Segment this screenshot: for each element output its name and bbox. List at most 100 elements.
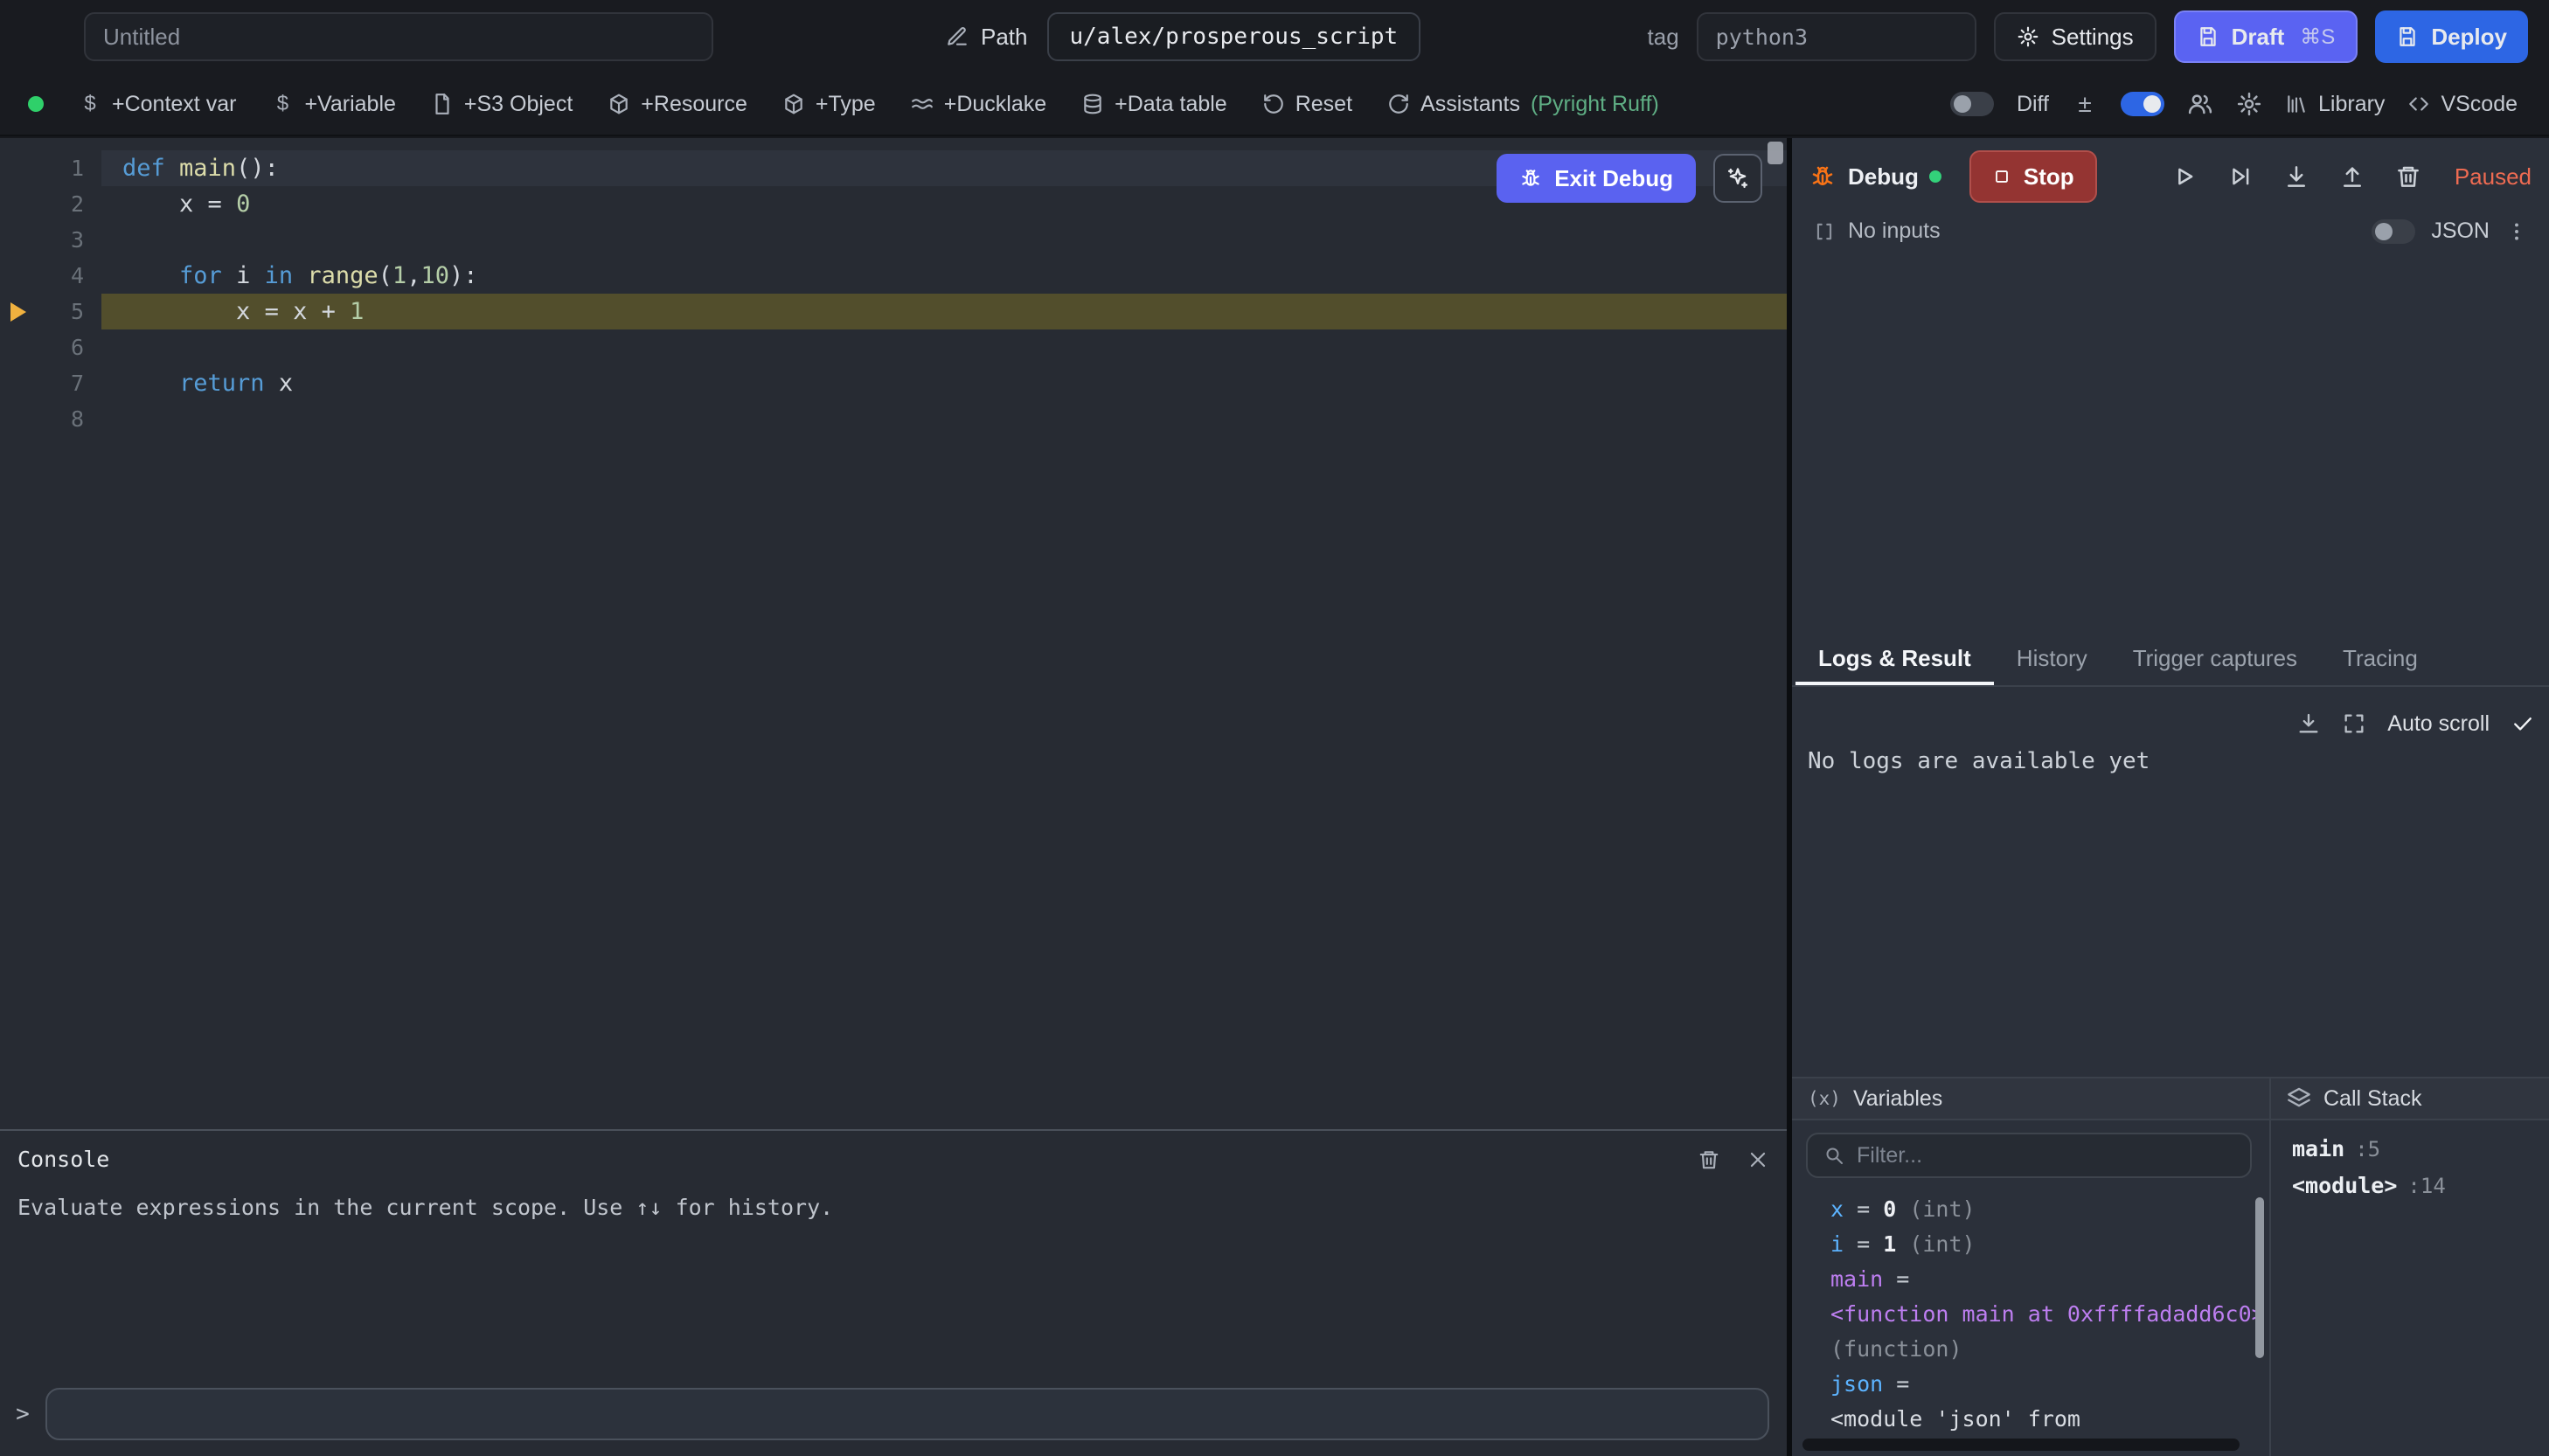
toolbar-item-type[interactable]: +Type bbox=[765, 92, 893, 117]
toolbar-item-ducklake[interactable]: +Ducklake bbox=[893, 92, 1064, 117]
deploy-button[interactable]: Deploy bbox=[2375, 10, 2528, 63]
toolbar-item-context-var[interactable]: $+Context var bbox=[61, 92, 254, 117]
library-label: Library bbox=[2318, 92, 2385, 117]
code-line[interactable]: 4 for i in range(1,10): bbox=[0, 258, 1787, 294]
callstack-title: Call Stack bbox=[2323, 1086, 2422, 1112]
users-icon[interactable] bbox=[2187, 91, 2213, 117]
toolbar-item-label: Assistants bbox=[1420, 92, 1520, 117]
code-line[interactable]: 5 x = x + 1 bbox=[0, 294, 1787, 329]
trash-icon[interactable] bbox=[1698, 1148, 1720, 1171]
line-number[interactable]: 1 bbox=[0, 156, 84, 181]
download-logs-icon[interactable] bbox=[2296, 711, 2321, 736]
step-over-icon[interactable] bbox=[2227, 163, 2254, 190]
status-dot-icon bbox=[28, 96, 44, 112]
variable-entry[interactable]: i = 1 (int) bbox=[1830, 1227, 2255, 1262]
line-number[interactable]: 4 bbox=[0, 263, 84, 288]
tag-input[interactable] bbox=[1697, 12, 1976, 61]
toolbar-item-label: +Ducklake bbox=[944, 92, 1046, 117]
toolbar-item-reset[interactable]: Reset bbox=[1245, 92, 1370, 117]
code-editor[interactable]: 1def main():2 x = 034 for i in range(1,1… bbox=[0, 138, 1787, 1456]
variable-entry[interactable]: <module 'json' from bbox=[1830, 1402, 2255, 1435]
toolbar-item-resource[interactable]: +Resource bbox=[590, 92, 765, 117]
toolbar-item-variable[interactable]: $+Variable bbox=[254, 92, 413, 117]
kebab-menu-icon[interactable] bbox=[2505, 220, 2528, 243]
secondary-toggle[interactable] bbox=[2121, 92, 2164, 116]
tab-logs-result[interactable]: Logs & Result bbox=[1795, 634, 1994, 685]
result-tabs: Logs & ResultHistoryTrigger capturesTrac… bbox=[1792, 634, 2549, 687]
tab-trigger-captures[interactable]: Trigger captures bbox=[2110, 634, 2320, 685]
variables-filter-input[interactable] bbox=[1857, 1143, 2234, 1168]
console-prompt: > bbox=[0, 1401, 45, 1427]
toolbar-items: $+Context var$+Variable+S3 Object+Resour… bbox=[61, 92, 1677, 117]
library-button[interactable]: Library bbox=[2285, 92, 2385, 117]
toolbar-item-data-table[interactable]: +Data table bbox=[1064, 92, 1245, 117]
line-number[interactable]: 6 bbox=[0, 335, 84, 360]
step-into-icon[interactable] bbox=[2283, 163, 2309, 190]
line-number[interactable]: 2 bbox=[0, 191, 84, 217]
script-title-input[interactable] bbox=[84, 12, 713, 61]
variables-title: Variables bbox=[1853, 1086, 1942, 1112]
variables-panel: x = 0 (int)i = 1 (int)main =<function ma… bbox=[1792, 1120, 2269, 1456]
diff-plusminus-icon[interactable]: ± bbox=[2072, 91, 2098, 117]
script-path-value[interactable]: u/alex/prosperous_script bbox=[1047, 12, 1421, 61]
check-icon[interactable] bbox=[2511, 711, 2535, 736]
toolbar-item-label: +Data table bbox=[1115, 92, 1227, 117]
deploy-save-icon bbox=[2396, 25, 2419, 48]
toolbar-item-assistants[interactable]: Assistants (Pyright Ruff) bbox=[1370, 92, 1677, 117]
editor-scrollbar[interactable] bbox=[1768, 142, 1783, 164]
ai-wand-button[interactable] bbox=[1713, 154, 1762, 203]
variables-horizontal-scrollbar[interactable] bbox=[1802, 1439, 2240, 1451]
gear-icon[interactable] bbox=[2236, 91, 2262, 117]
toolbar-item-s3-object[interactable]: +S3 Object bbox=[413, 92, 590, 117]
toolbar-right: Diff ± Library VScode bbox=[1950, 91, 2532, 117]
diff-toggle[interactable] bbox=[1950, 92, 1994, 116]
draft-button-label: Draft bbox=[2232, 24, 2285, 51]
callstack-frame[interactable]: main:5 bbox=[2292, 1131, 2549, 1168]
continue-play-icon[interactable] bbox=[2171, 163, 2198, 190]
draft-save-icon bbox=[2197, 25, 2219, 48]
edit-path-button[interactable]: Path bbox=[927, 12, 1047, 61]
debug-active-dot-icon bbox=[1929, 170, 1941, 183]
code-line[interactable]: 6 bbox=[0, 329, 1787, 365]
draft-button[interactable]: Draft ⌘S bbox=[2174, 10, 2358, 63]
line-number[interactable]: 7 bbox=[0, 371, 84, 396]
console-panel: Console Evaluate expressions in the curr… bbox=[0, 1129, 1787, 1456]
code-line-content: for i in range(1,10): bbox=[84, 262, 477, 289]
line-number[interactable]: 8 bbox=[0, 406, 84, 432]
debug-trash-icon[interactable] bbox=[2395, 163, 2421, 190]
inputs-row: No inputs JSON bbox=[1792, 218, 2549, 244]
stop-button-label: Stop bbox=[2024, 163, 2074, 191]
vscode-label: VScode bbox=[2441, 92, 2518, 117]
exit-debug-button[interactable]: Exit Debug bbox=[1497, 154, 1696, 203]
variable-entry[interactable]: (function) bbox=[1830, 1332, 2255, 1367]
settings-button-label: Settings bbox=[2052, 24, 2134, 51]
variable-entry[interactable]: json = bbox=[1830, 1367, 2255, 1402]
code-line[interactable]: 7 return x bbox=[0, 365, 1787, 401]
console-input-row: > bbox=[0, 1388, 1769, 1440]
deploy-button-label: Deploy bbox=[2431, 24, 2507, 51]
step-out-icon[interactable] bbox=[2339, 163, 2365, 190]
json-toggle[interactable] bbox=[2372, 219, 2415, 244]
tab-history[interactable]: History bbox=[1994, 634, 2110, 685]
code-line[interactable]: 8 bbox=[0, 401, 1787, 437]
frame-name: main bbox=[2292, 1136, 2344, 1161]
console-input[interactable] bbox=[45, 1388, 1769, 1440]
variable-entry[interactable]: <function main at 0xffffadadd6c0> bbox=[1830, 1297, 2255, 1332]
line-number[interactable]: 3 bbox=[0, 227, 84, 253]
code-line[interactable]: 3 bbox=[0, 222, 1787, 258]
line-number[interactable]: 5 bbox=[0, 299, 84, 324]
variable-entry[interactable]: main = bbox=[1830, 1262, 2255, 1297]
vscode-button[interactable]: VScode bbox=[2407, 92, 2518, 117]
no-inputs-label: No inputs bbox=[1848, 218, 1941, 244]
expand-icon[interactable] bbox=[2342, 711, 2366, 736]
dollar-icon: $ bbox=[271, 93, 294, 115]
debug-label: Debug bbox=[1848, 163, 1919, 191]
variables-vertical-scrollbar[interactable] bbox=[2255, 1197, 2264, 1358]
settings-button[interactable]: Settings bbox=[1994, 12, 2157, 61]
close-icon[interactable] bbox=[1747, 1148, 1769, 1171]
callstack-frame[interactable]: <module>:14 bbox=[2292, 1168, 2549, 1204]
variable-entry[interactable]: x = 0 (int) bbox=[1830, 1192, 2255, 1227]
tab-tracing[interactable]: Tracing bbox=[2320, 634, 2441, 685]
path-button-label: Path bbox=[981, 24, 1028, 51]
stop-button[interactable]: Stop bbox=[1969, 150, 2097, 203]
